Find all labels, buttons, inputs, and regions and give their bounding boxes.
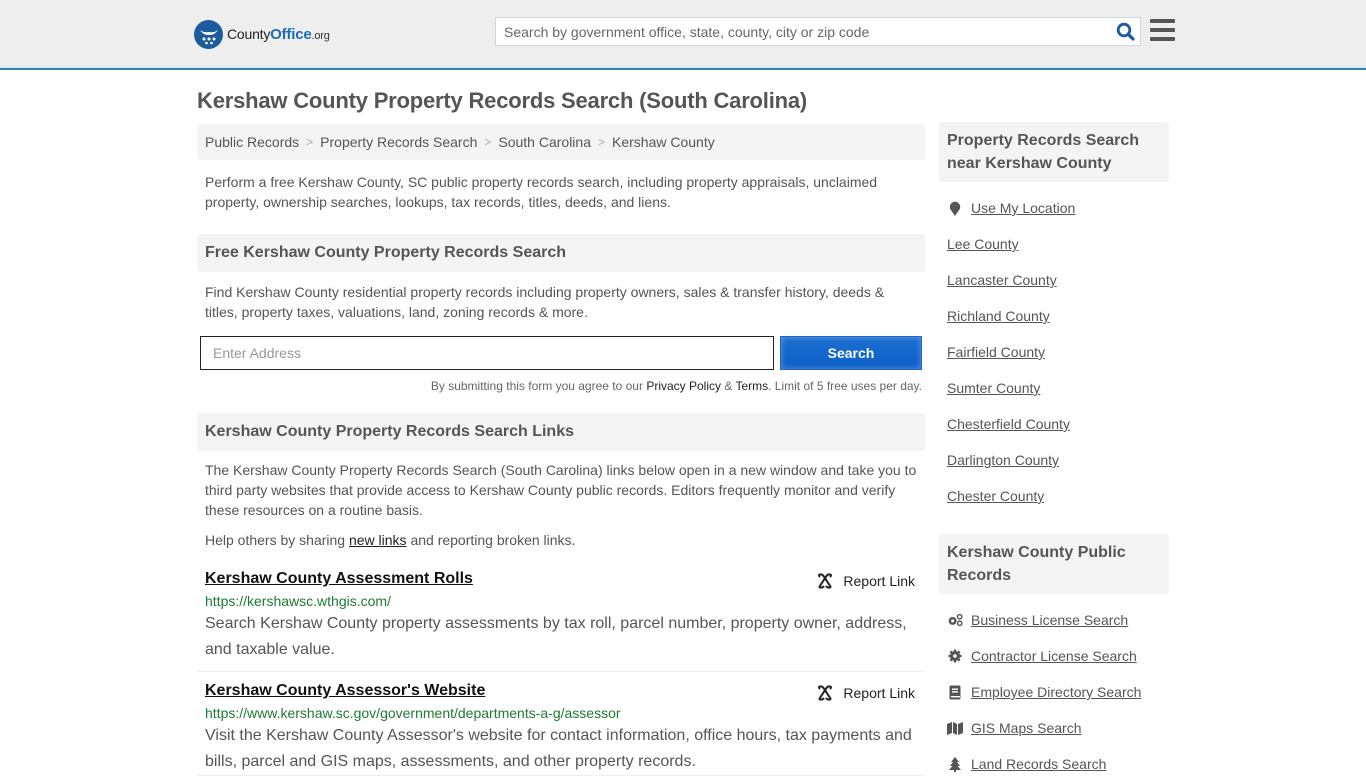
nearby-county-item: Chesterfield County <box>947 406 1161 442</box>
help-text: Help others by sharing new links and rep… <box>205 532 576 548</box>
search-button[interactable]: Search <box>780 336 922 370</box>
new-links-link[interactable]: new links <box>349 532 407 548</box>
breadcrumb-separator: > <box>484 135 492 149</box>
search-icon[interactable] <box>1110 18 1140 45</box>
breadcrumb-south-carolina[interactable]: South Carolina <box>498 134 591 150</box>
county-link-darlington[interactable]: Darlington County <box>947 452 1059 468</box>
report-link-button[interactable]: Report Link <box>817 685 915 701</box>
nearby-county-item: Sumter County <box>947 370 1161 406</box>
county-link-lancaster[interactable]: Lancaster County <box>947 272 1057 288</box>
main-content: Public Records > Property Records Search… <box>197 124 925 776</box>
county-link-chester[interactable]: Chester County <box>947 488 1044 504</box>
public-record-item: Employee Directory Search <box>947 674 1161 710</box>
site-search-bar <box>495 17 1141 46</box>
breadcrumb-kershaw-county[interactable]: Kershaw County <box>612 134 715 150</box>
use-my-location-link[interactable]: Use My Location <box>971 200 1075 216</box>
use-my-location-item: Use My Location <box>947 190 1161 226</box>
menu-hamburger-icon[interactable] <box>1150 19 1175 41</box>
public-record-item: Business License Search <box>947 602 1161 638</box>
logo-eagle-icon <box>194 20 223 49</box>
terms-link[interactable]: Terms <box>735 379 768 393</box>
resource-link-item: Kershaw County Assessment Rolls Report L… <box>197 570 925 672</box>
form-disclaimer: By submitting this form you agree to our… <box>430 379 922 393</box>
site-logo[interactable]: CountyOffice.org <box>194 20 330 49</box>
tree-icon <box>947 756 963 772</box>
breadcrumb: Public Records > Property Records Search… <box>197 124 925 160</box>
cogs-icon <box>947 613 963 627</box>
contractor-license-search-link[interactable]: Contractor License Search <box>971 648 1137 664</box>
site-search-input[interactable] <box>496 18 1110 45</box>
public-records-heading: Kershaw County Public Records <box>939 534 1169 594</box>
breadcrumb-separator: > <box>598 135 606 149</box>
nearby-heading: Property Records Search near Kershaw Cou… <box>939 122 1169 182</box>
free-search-description: Find Kershaw County residential property… <box>205 284 885 320</box>
resource-link-item: Kershaw County Assessor's Website Report… <box>197 682 925 776</box>
privacy-policy-link[interactable]: Privacy Policy <box>646 379 721 393</box>
county-link-fairfield[interactable]: Fairfield County <box>947 344 1045 360</box>
public-record-item: Land Records Search <box>947 746 1161 782</box>
county-link-sumter[interactable]: Sumter County <box>947 380 1040 396</box>
breadcrumb-property-records-search[interactable]: Property Records Search <box>320 134 477 150</box>
report-link-button[interactable]: Report Link <box>817 573 915 589</box>
gear-icon <box>947 649 963 663</box>
map-icon <box>947 721 963 735</box>
broken-link-icon <box>818 685 833 701</box>
book-icon <box>947 685 963 700</box>
nearby-county-list: Use My Location Lee County Lancaster Cou… <box>939 190 1169 514</box>
resource-link-url[interactable]: https://kershawsc.wthgis.com/ <box>205 593 917 609</box>
resource-link-description: Visit the Kershaw County Assessor's webs… <box>205 727 912 770</box>
search-links-heading: Kershaw County Property Records Search L… <box>197 413 925 451</box>
free-search-heading: Free Kershaw County Property Records Sea… <box>197 234 925 272</box>
county-link-richland[interactable]: Richland County <box>947 308 1050 324</box>
nearby-county-item: Richland County <box>947 298 1161 334</box>
business-license-search-link[interactable]: Business License Search <box>971 612 1128 628</box>
nearby-county-item: Chester County <box>947 478 1161 514</box>
logo-text: CountyOffice.org <box>227 26 330 43</box>
resource-link-title[interactable]: Kershaw County Assessor's Website <box>205 682 485 699</box>
breadcrumb-public-records[interactable]: Public Records <box>205 134 299 150</box>
public-record-item: Contractor License Search <box>947 638 1161 674</box>
address-search-form: Search <box>197 336 925 370</box>
public-record-item: GIS Maps Search <box>947 710 1161 746</box>
county-link-chesterfield[interactable]: Chesterfield County <box>947 416 1070 432</box>
employee-directory-search-link[interactable]: Employee Directory Search <box>971 684 1141 700</box>
nearby-county-item: Lee County <box>947 226 1161 262</box>
resource-link-title[interactable]: Kershaw County Assessment Rolls <box>205 570 473 587</box>
broken-link-icon <box>818 573 833 589</box>
land-records-search-link[interactable]: Land Records Search <box>971 756 1106 772</box>
nearby-county-item: Darlington County <box>947 442 1161 478</box>
map-marker-icon <box>947 201 963 216</box>
breadcrumb-separator: > <box>306 135 314 149</box>
page-title: Kershaw County Property Records Search (… <box>197 88 808 113</box>
search-links-description: The Kershaw County Property Records Sear… <box>205 462 917 518</box>
county-link-lee[interactable]: Lee County <box>947 236 1019 252</box>
top-header: CountyOffice.org <box>0 0 1366 70</box>
nearby-county-item: Lancaster County <box>947 262 1161 298</box>
sidebar: Property Records Search near Kershaw Cou… <box>939 122 1169 782</box>
intro-text: Perform a free Kershaw County, SC public… <box>205 174 878 210</box>
gis-maps-search-link[interactable]: GIS Maps Search <box>971 720 1082 736</box>
public-records-list: Business License Search Contractor Licen… <box>939 602 1169 782</box>
resource-link-description: Search Kershaw County property assessmen… <box>205 615 907 658</box>
address-input[interactable] <box>200 336 774 370</box>
nearby-county-item: Fairfield County <box>947 334 1161 370</box>
resource-link-url[interactable]: https://www.kershaw.sc.gov/government/de… <box>205 705 917 721</box>
